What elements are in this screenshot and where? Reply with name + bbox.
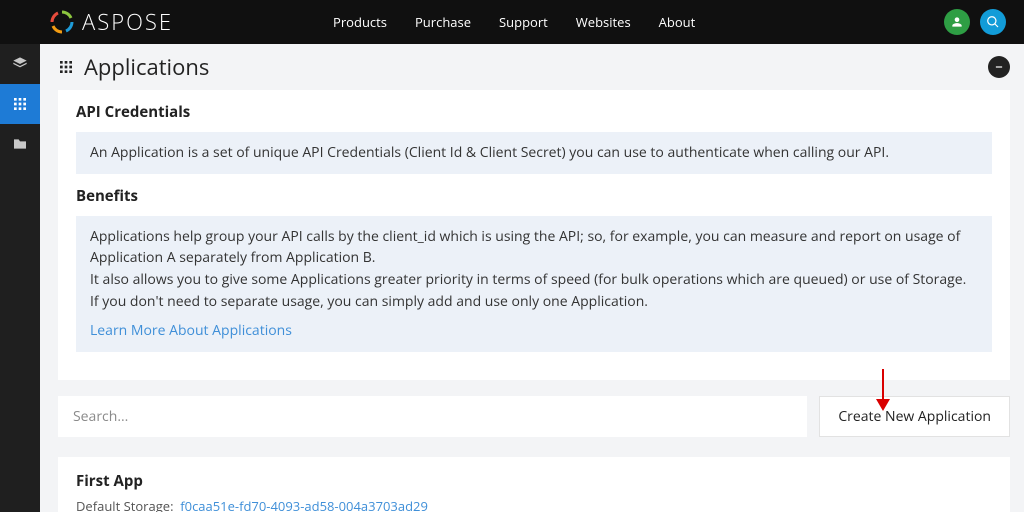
aspose-logo-icon xyxy=(50,10,74,34)
minus-icon xyxy=(994,62,1004,72)
left-sidebar xyxy=(0,44,40,512)
api-credentials-info: An Application is a set of unique API Cr… xyxy=(76,132,992,174)
default-storage-line: Default Storage: f0caa51e-fd70-4093-ad58… xyxy=(76,497,992,512)
api-credentials-text: An Application is a set of unique API Cr… xyxy=(90,143,889,162)
benefits-info: Applications help group your API calls b… xyxy=(76,216,992,352)
user-icon xyxy=(950,15,964,29)
page-title: Applications xyxy=(84,52,209,82)
search-input[interactable] xyxy=(58,396,807,437)
learn-more-link[interactable]: Learn More About Applications xyxy=(90,320,292,342)
page-title-row: Applications xyxy=(58,52,1010,82)
sidebar-item-layers[interactable] xyxy=(0,44,40,84)
brand-name: ASPOSE xyxy=(82,7,173,37)
nav-products[interactable]: Products xyxy=(333,13,387,31)
application-card: First App Default Storage: f0caa51e-fd70… xyxy=(58,457,1010,512)
default-storage-label: Default Storage: xyxy=(76,497,174,512)
benefits-heading: Benefits xyxy=(76,186,992,206)
nav-websites[interactable]: Websites xyxy=(576,13,631,31)
search-button[interactable] xyxy=(980,9,1006,35)
sidebar-item-files[interactable] xyxy=(0,124,40,164)
application-name: First App xyxy=(76,471,992,491)
primary-nav: Products Purchase Support Websites About xyxy=(333,13,695,31)
collapse-button[interactable] xyxy=(988,56,1010,78)
create-application-button[interactable]: Create New Application xyxy=(819,396,1010,437)
api-credentials-heading: API Credentials xyxy=(76,102,992,122)
top-header: ASPOSE Products Purchase Support Website… xyxy=(0,0,1024,44)
benefits-text-2: It also allows you to give some Applicat… xyxy=(90,269,978,291)
main-content: Applications API Credentials An Applicat… xyxy=(40,44,1024,512)
account-button[interactable] xyxy=(944,9,970,35)
default-storage-link[interactable]: f0caa51e-fd70-4093-ad58-004a3703ad29 xyxy=(180,497,428,512)
info-card: API Credentials An Application is a set … xyxy=(58,90,1010,380)
benefits-text-1: Applications help group your API calls b… xyxy=(90,226,978,269)
brand-logo[interactable]: ASPOSE xyxy=(50,7,173,37)
header-actions xyxy=(944,9,1006,35)
nav-purchase[interactable]: Purchase xyxy=(415,13,471,31)
nav-about[interactable]: About xyxy=(659,13,696,31)
page-title-icon xyxy=(58,59,74,75)
benefits-text-3: If you don't need to separate usage, you… xyxy=(90,291,978,313)
action-row: Create New Application xyxy=(58,396,1010,437)
grid-icon xyxy=(12,96,28,112)
nav-support[interactable]: Support xyxy=(499,13,548,31)
search-icon xyxy=(986,15,1000,29)
folder-icon xyxy=(12,136,28,152)
layers-icon xyxy=(12,56,28,72)
sidebar-item-applications[interactable] xyxy=(0,84,40,124)
